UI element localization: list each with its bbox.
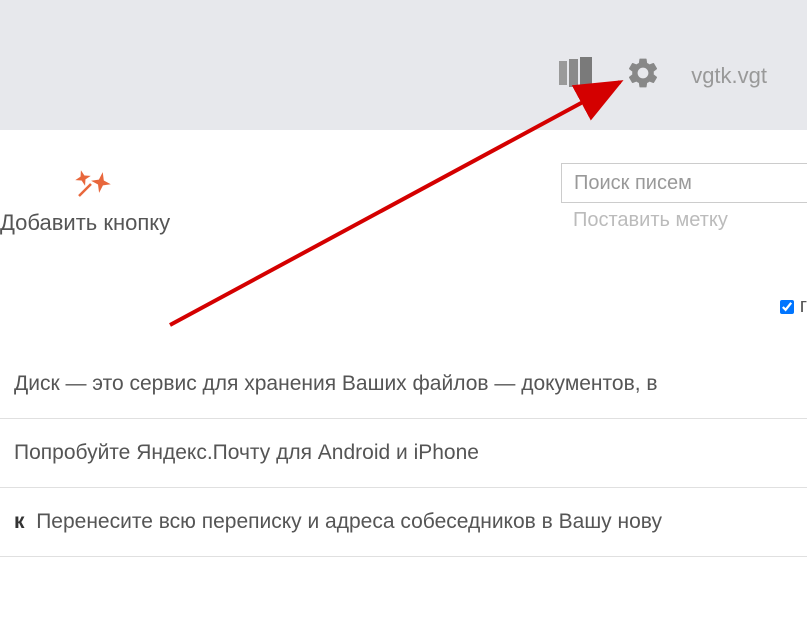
search-input[interactable] bbox=[561, 163, 807, 203]
username-label[interactable]: vgtk.vgt bbox=[691, 63, 767, 89]
stack-icon[interactable] bbox=[559, 57, 595, 94]
list-item[interactable]: к Перенесите всю переписку и адреса собе… bbox=[0, 488, 807, 557]
group-checkbox-label: г bbox=[800, 295, 807, 318]
header-bar: vgtk.vgt bbox=[0, 0, 807, 130]
tag-label[interactable]: Поставить метку bbox=[561, 203, 807, 232]
list-item[interactable]: Диск — это сервис для хранения Ваших фай… bbox=[0, 350, 807, 419]
list-item[interactable]: Попробуйте Яндекс.Почту для Android и iP… bbox=[0, 419, 807, 488]
gear-icon[interactable] bbox=[625, 55, 661, 96]
sparkle-icon bbox=[75, 168, 115, 211]
add-button-label[interactable]: Добавить кнопку bbox=[0, 210, 170, 236]
group-checkbox[interactable] bbox=[780, 300, 794, 314]
mail-list: Диск — это сервис для хранения Ваших фай… bbox=[0, 350, 807, 557]
